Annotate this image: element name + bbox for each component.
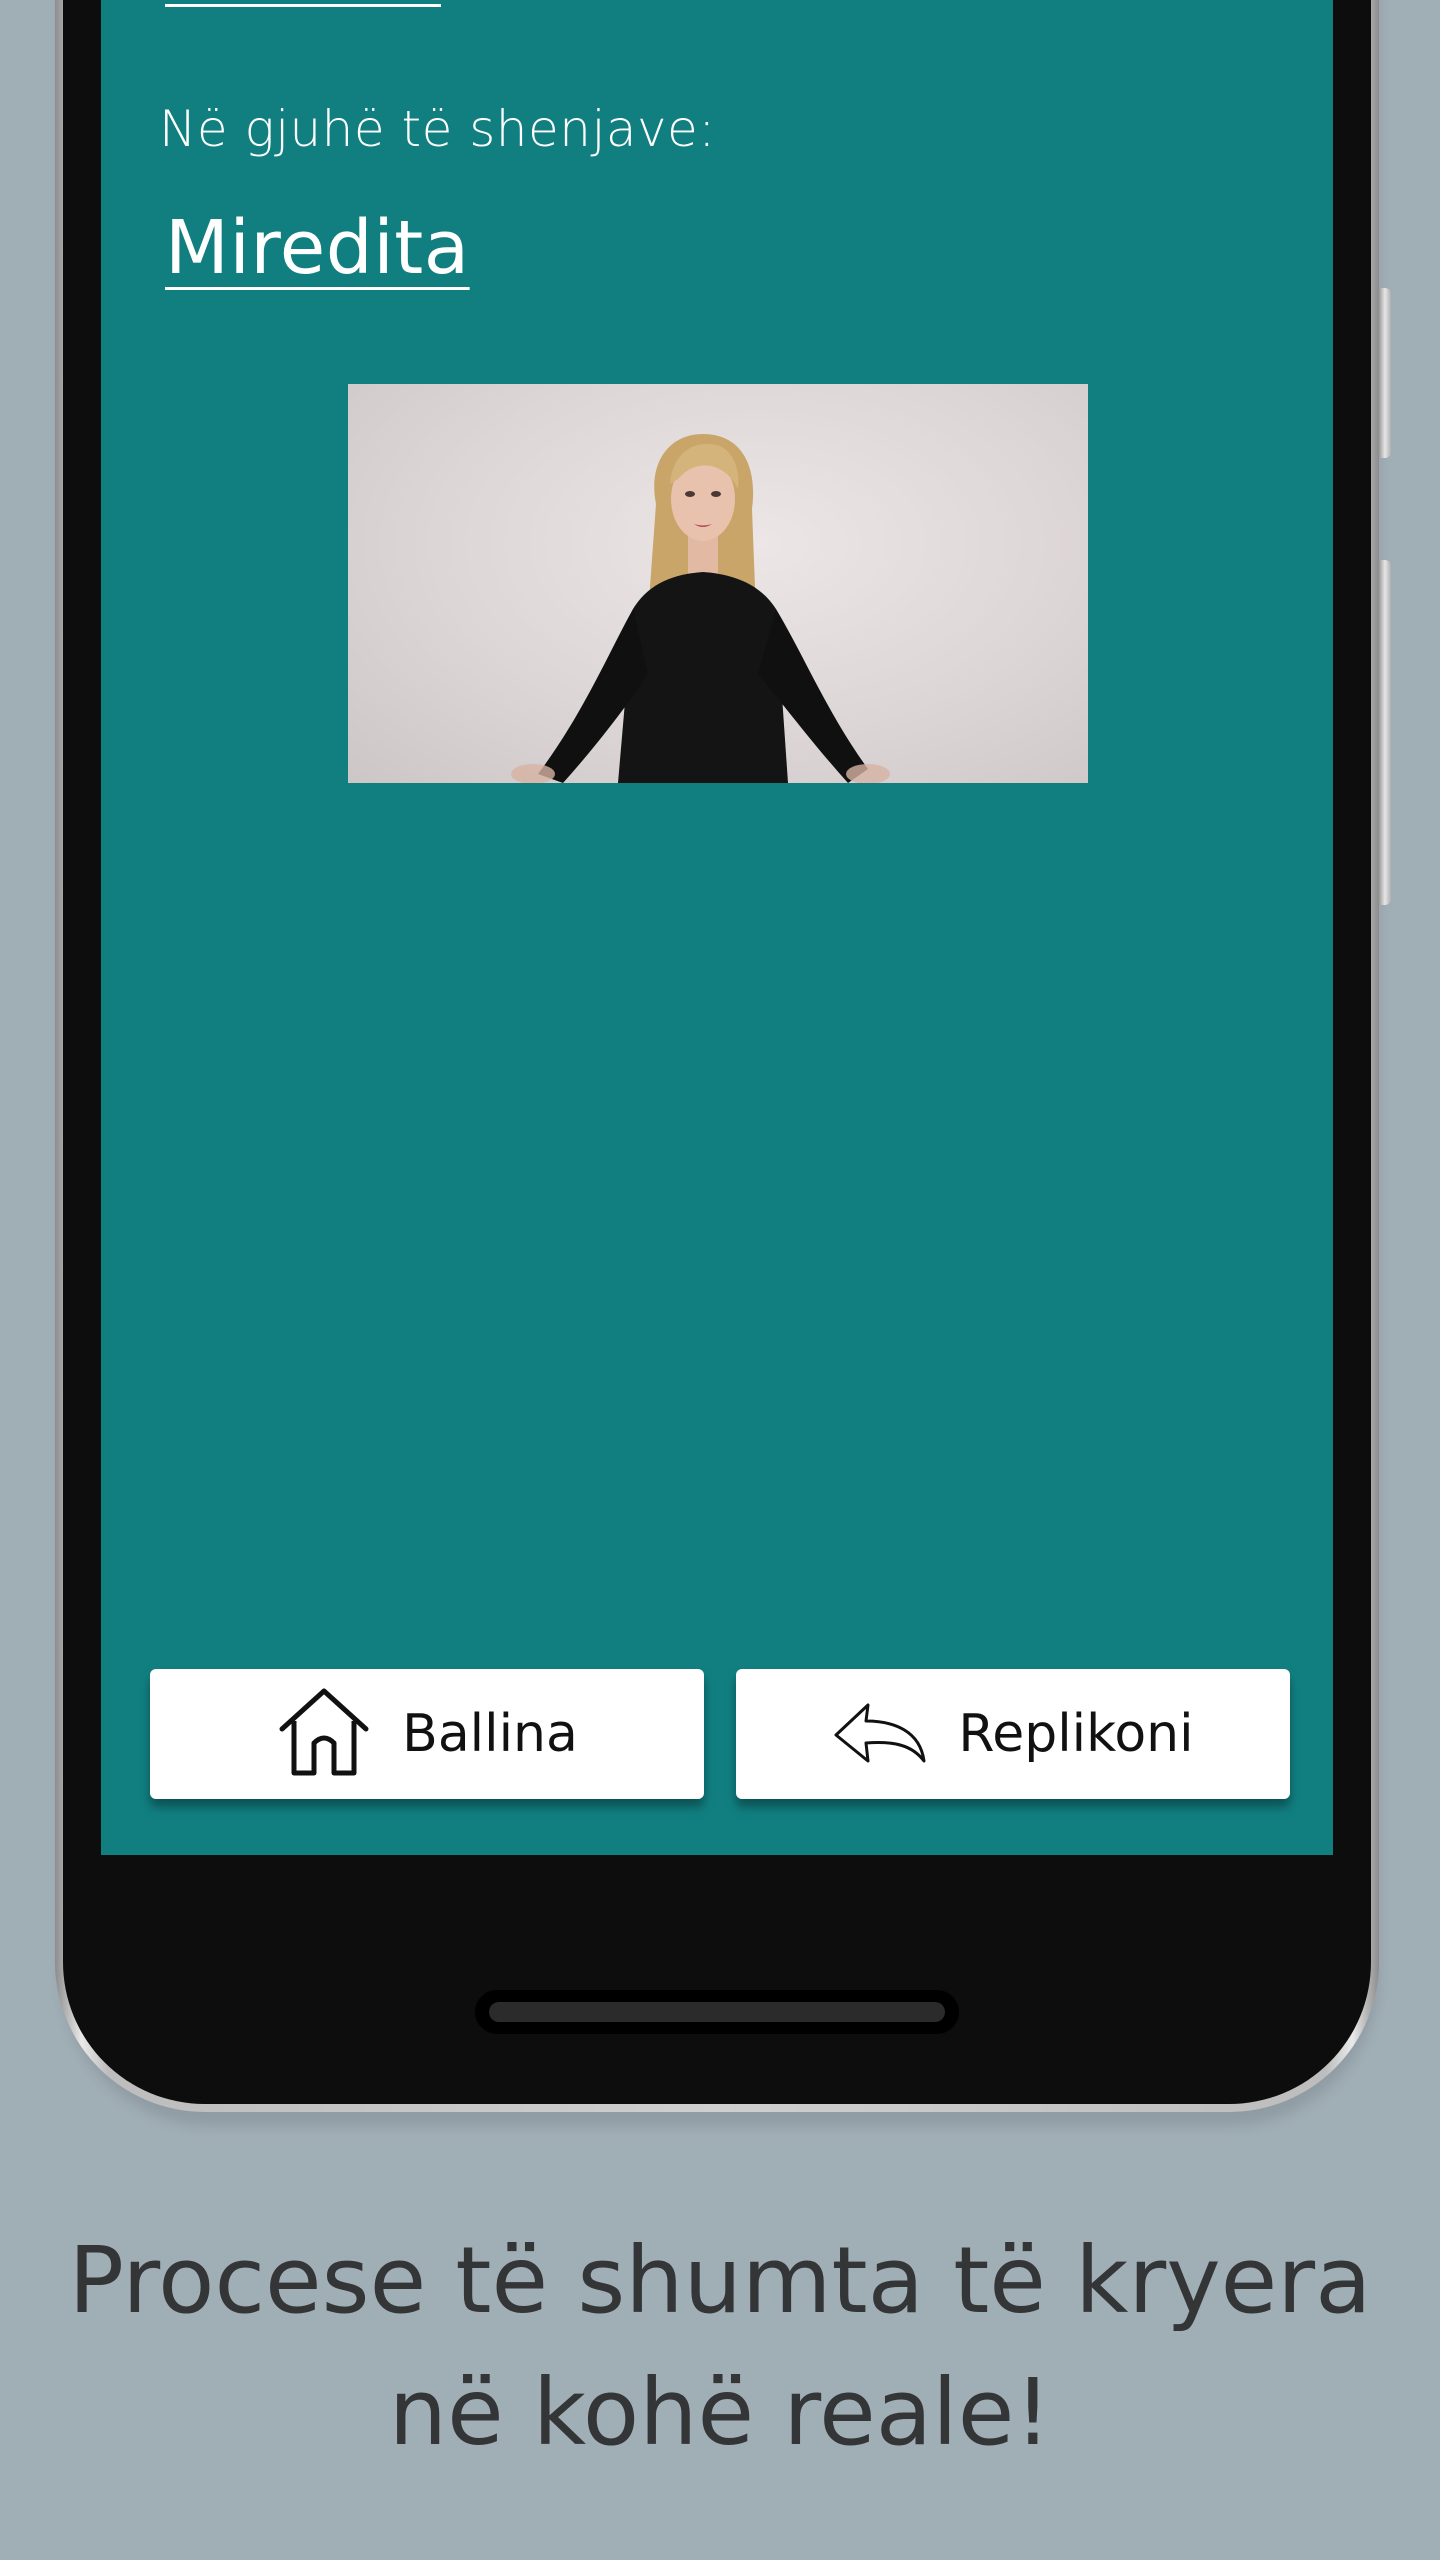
reply-button-label: Replikoni [958, 1704, 1194, 1764]
home-icon [276, 1687, 372, 1782]
sign-word-link[interactable]: Miredita [165, 205, 470, 291]
volume-button [1379, 288, 1391, 458]
previous-word-underline [165, 4, 441, 7]
app-screen: Në gjuhë të shenjave: Miredita Ballina R… [101, 0, 1333, 1855]
home-button[interactable]: Ballina [150, 1669, 704, 1799]
sign-language-label: Në gjuhë të shenjave: [159, 100, 716, 158]
power-button [1379, 560, 1391, 905]
home-button-label: Ballina [402, 1704, 578, 1764]
reply-icon [832, 1697, 928, 1772]
sign-video[interactable] [348, 384, 1088, 783]
reply-button[interactable]: Replikoni [736, 1669, 1290, 1799]
caption-line-1: Procese të shumta të kryera [68, 2227, 1372, 2334]
bottom-button-bar: Ballina Replikoni [150, 1669, 1292, 1799]
home-indicator [475, 1990, 959, 2034]
signer-image [511, 434, 890, 783]
promo-caption: Procese të shumta të kryera në kohë real… [0, 2215, 1440, 2479]
caption-line-2: në kohë reale! [388, 2359, 1052, 2466]
